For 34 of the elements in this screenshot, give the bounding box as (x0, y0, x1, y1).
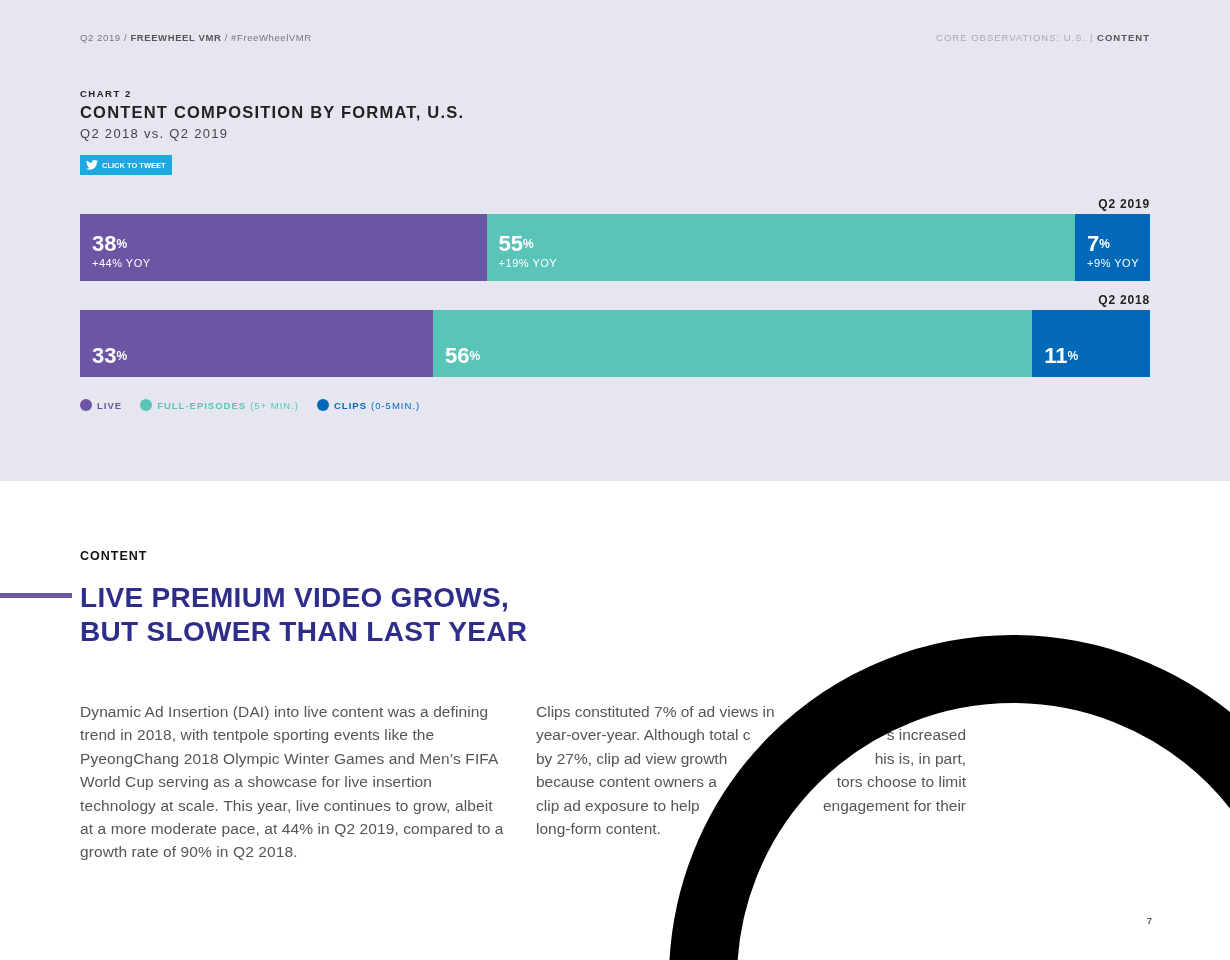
segment-value: 11% (1044, 344, 1080, 368)
segment-value: 55% (498, 232, 535, 256)
segment-yoy: +44% YOY (92, 257, 152, 269)
paragraph-fragment: clip ad exposure to help (536, 795, 700, 816)
segment-value: 38% (92, 232, 129, 256)
legend-label: FULL-EPISODES (5+ MIN.) (157, 399, 299, 411)
row-label: Q2 2018 (1097, 293, 1150, 307)
paragraph-fragment: because content owners a (536, 772, 717, 793)
segment-value: 7% (1087, 232, 1111, 256)
paragraph-fragment: tors choose to limit (836, 772, 966, 793)
legend-label: CLIPS (0-5MIN.) (334, 399, 421, 411)
chart-title: CONTENT COMPOSITION BY FORMAT, U.S. (80, 103, 466, 122)
headline: LIVE PREMIUM VIDEO GROWS, BUT SLOWER THAN LAST YEAR (80, 581, 529, 649)
paragraph-fragment: engagement for their (822, 795, 966, 816)
segment-yoy: +19% YOY (498, 257, 559, 269)
chart-label: CHART 2 (80, 88, 133, 99)
paragraph-fragment: his is, in part, (874, 748, 966, 769)
header-publication: Q2 2019 / FREEWHEEL VMR / #FreeWheelVMR (80, 32, 312, 43)
legend-label: LIVE (97, 399, 123, 411)
paragraph-fragment: long-form content. (536, 819, 661, 840)
chart-subtitle: Q2 2018 vs. Q2 2019 (80, 126, 230, 141)
paragraph-fragment: year-over-year. Although total c (536, 725, 751, 746)
segment-value: 33% (92, 344, 129, 368)
header-section: CORE OBSERVATIONS: U.S. | CONTENT (936, 32, 1150, 43)
paragraph-fragment: by 27%, clip ad view growth (536, 748, 728, 769)
paragraph-fragment: Clips constituted 7% of ad views in (536, 702, 775, 722)
bird-icon (86, 160, 98, 170)
paragraph-fragment: s increased (886, 725, 966, 746)
segment-value: 56% (445, 344, 482, 368)
row-label: Q2 2019 (1097, 197, 1150, 211)
segment-yoy: +9% YOY (1087, 257, 1140, 269)
body-paragraph: Dynamic Ad Insertion (DAI) into live content was a defining trend in 2018, with tentpole sporting events like the PyeongChang 2018 Olympic Winter Games and Men’s FIFA World Cup serving as a showcase for live insertion technology at scale. This year, live continues to grow, albeit at a more moderate pace, at 44% in Q2 2019, compared to a growth rate of 90% in Q2 2018. (80, 702, 505, 863)
page-number: 7 (1147, 916, 1152, 926)
section-label: CONTENT (80, 549, 149, 563)
